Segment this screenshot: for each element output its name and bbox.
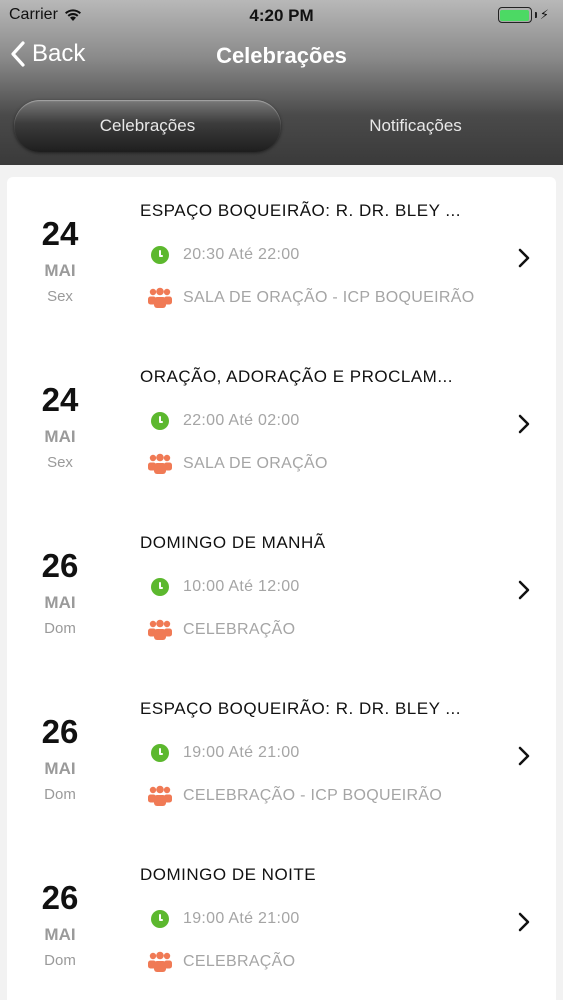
event-time: 10:00 Até 12:00 bbox=[151, 578, 300, 596]
event-place-text: SALA DE ORAÇÃO - ICP BOQUEIRÃO bbox=[183, 289, 475, 306]
event-row[interactable]: 26 MAI Dom DOMINGO DE NOITE 19:00 Até 21… bbox=[7, 841, 556, 1000]
event-month: MAI bbox=[44, 593, 76, 612]
event-title: DOMINGO DE NOITE bbox=[140, 865, 317, 884]
tab-label: Celebrações bbox=[99, 116, 196, 135]
event-place: SALA DE ORAÇÃO bbox=[148, 453, 328, 475]
event-weekday: Dom bbox=[44, 620, 76, 637]
group-icon bbox=[148, 951, 172, 972]
event-month: MAI bbox=[44, 925, 76, 944]
event-title: ORAÇÃO, ADORAÇÃO E PROCLAM... bbox=[140, 367, 454, 386]
chevron-right-icon bbox=[518, 414, 530, 434]
group-icon bbox=[148, 619, 172, 640]
event-place-text: CELEBRAÇÃO bbox=[183, 621, 296, 638]
event-place: CELEBRAÇÃO bbox=[148, 951, 295, 973]
event-day: 24 bbox=[41, 381, 79, 418]
segmented-control: Celebrações Notificações bbox=[14, 100, 549, 152]
event-place-text: CELEBRAÇÃO bbox=[183, 953, 296, 970]
status-bar: Carrier 4:20 PM ⚡ bbox=[0, 0, 563, 30]
event-weekday: Dom bbox=[44, 786, 76, 803]
event-title: ESPAÇO BOQUEIRÃO: R. DR. BLEY ... bbox=[140, 201, 462, 220]
tab-celebracoes[interactable]: Celebrações bbox=[14, 100, 281, 152]
event-row[interactable]: 26 MAI Dom ESPAÇO BOQUEIRÃO: R. DR. BLEY… bbox=[7, 675, 556, 841]
event-month: MAI bbox=[44, 427, 76, 446]
clock-icon bbox=[151, 412, 169, 430]
event-time-text: 19:00 Até 21:00 bbox=[183, 744, 300, 761]
clock-icon bbox=[151, 910, 169, 928]
event-day: 26 bbox=[41, 713, 79, 750]
event-place: CELEBRAÇÃO - ICP BOQUEIRÃO bbox=[148, 785, 442, 807]
chevron-right-icon bbox=[518, 912, 530, 932]
chevron-right-icon bbox=[518, 580, 530, 600]
event-day: 24 bbox=[41, 215, 79, 252]
event-row[interactable]: 24 MAI Sex ESPAÇO BOQUEIRÃO: R. DR. BLEY… bbox=[7, 177, 556, 343]
event-month: MAI bbox=[44, 759, 76, 778]
event-row[interactable]: 26 MAI Dom DOMINGO DE MANHÃ 10:00 Até 12… bbox=[7, 509, 556, 675]
event-place: SALA DE ORAÇÃO - ICP BOQUEIRÃO bbox=[148, 287, 474, 309]
clock-icon bbox=[151, 578, 169, 596]
event-place-text: SALA DE ORAÇÃO bbox=[183, 455, 328, 472]
tab-notificacoes[interactable]: Notificações bbox=[282, 100, 549, 152]
event-day: 26 bbox=[41, 547, 79, 584]
header: Carrier 4:20 PM ⚡ Back Celebrações Celeb… bbox=[0, 0, 563, 165]
event-weekday: Sex bbox=[47, 454, 73, 471]
event-time: 20:30 Até 22:00 bbox=[151, 246, 300, 264]
event-weekday: Sex bbox=[47, 288, 73, 305]
tab-label: Notificações bbox=[369, 116, 462, 135]
group-icon bbox=[148, 453, 172, 474]
page-title: Celebrações bbox=[216, 43, 347, 68]
clock-icon bbox=[151, 744, 169, 762]
navigation-bar: Back Celebrações bbox=[0, 32, 563, 82]
events-list[interactable]: 24 MAI Sex ESPAÇO BOQUEIRÃO: R. DR. BLEY… bbox=[7, 177, 556, 1000]
chevron-right-icon bbox=[518, 746, 530, 766]
event-time: 19:00 Até 21:00 bbox=[151, 744, 300, 762]
battery-icon: ⚡ bbox=[497, 7, 549, 23]
clock-icon bbox=[151, 246, 169, 264]
event-title: ESPAÇO BOQUEIRÃO: R. DR. BLEY ... bbox=[140, 699, 462, 718]
event-place: CELEBRAÇÃO bbox=[148, 619, 295, 641]
group-icon bbox=[148, 785, 172, 806]
group-icon bbox=[148, 287, 172, 308]
event-time-text: 20:30 Até 22:00 bbox=[183, 246, 300, 263]
charging-icon: ⚡ bbox=[539, 7, 549, 22]
status-time: 4:20 PM bbox=[249, 6, 314, 25]
event-time-text: 10:00 Até 12:00 bbox=[183, 578, 300, 595]
event-day: 26 bbox=[41, 879, 79, 916]
event-time-text: 19:00 Até 21:00 bbox=[183, 910, 300, 927]
event-time: 19:00 Até 21:00 bbox=[151, 910, 300, 928]
chevron-right-icon bbox=[518, 248, 530, 268]
event-time: 22:00 Até 02:00 bbox=[151, 412, 300, 430]
event-row[interactable]: 24 MAI Sex ORAÇÃO, ADORAÇÃO E PROCLAM...… bbox=[7, 343, 556, 509]
event-place-text: CELEBRAÇÃO - ICP BOQUEIRÃO bbox=[183, 787, 443, 804]
event-weekday: Dom bbox=[44, 952, 76, 969]
event-month: MAI bbox=[44, 261, 76, 280]
event-time-text: 22:00 Até 02:00 bbox=[183, 412, 300, 429]
event-title: DOMINGO DE MANHÃ bbox=[140, 533, 326, 552]
